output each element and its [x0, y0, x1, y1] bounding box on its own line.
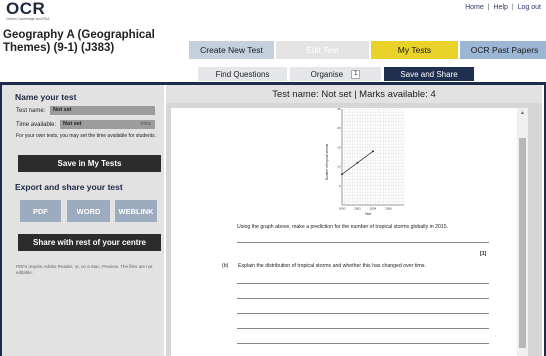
time-note: For your own tests, you may set the time…: [16, 133, 157, 139]
x-tick-label: 2000: [339, 207, 346, 211]
export-pdf-button[interactable]: PDF: [20, 200, 61, 222]
question-a-marks: [1]: [480, 251, 487, 257]
x-tick-label: 2002: [354, 207, 361, 211]
share-with-centre-button[interactable]: Share with rest of your centre: [18, 234, 161, 251]
tropical-storms-graph: 5 10 15 20 25 2000 2002 2004 2006 Number of trop…: [325, 107, 405, 216]
test-name-label: Test name:: [16, 108, 46, 114]
tab-edit-test[interactable]: Edit Test: [276, 41, 369, 59]
preview-scrollbar[interactable]: ▲: [517, 108, 528, 356]
home-link[interactable]: Home: [465, 4, 484, 11]
question-b-text: Explain the distribution of tropical sto…: [238, 263, 427, 269]
y-tick-label: 5: [339, 184, 341, 188]
tab-organise-label: Organise: [310, 69, 344, 79]
time-unit: mins: [140, 121, 151, 127]
answer-line: [237, 283, 489, 284]
top-links: Home | Help | Log out: [465, 4, 541, 11]
scroll-thumb[interactable]: [519, 138, 526, 348]
tab-organise[interactable]: Organise 1: [290, 67, 381, 81]
tab-save-and-share[interactable]: Save and Share: [384, 67, 474, 81]
tab-find-questions[interactable]: Find Questions: [198, 67, 287, 81]
tab-create-new-test[interactable]: Create New Test: [189, 41, 274, 59]
name-test-heading: Name your test: [15, 92, 77, 102]
y-tick-label: 20: [337, 126, 341, 130]
export-weblink-button[interactable]: WEBLINK: [115, 200, 157, 222]
answer-line: [237, 343, 489, 344]
page-title: Geography A (Geographical Themes) (9-1) …: [3, 29, 155, 54]
question-count-badge: 1: [351, 69, 361, 79]
x-tick-label: 2004: [370, 207, 377, 211]
export-share-heading: Export and share your test: [15, 182, 123, 192]
test-summary-header: Test name: Not set | Marks available: 4: [166, 85, 542, 103]
logo-text: OCR: [6, 0, 46, 18]
data-point: [341, 173, 343, 176]
tab-my-tests[interactable]: My Tests: [371, 41, 458, 59]
graph-y-axis-label: Number of tropical storms: [325, 143, 329, 180]
save-share-panel: Name your test Test name: Not set Time a…: [2, 85, 164, 356]
y-tick-label: 10: [337, 165, 341, 169]
logo-subtitle: Oxford Cambridge and RSA: [6, 17, 50, 21]
question-b-label: (b): [222, 263, 229, 269]
save-in-my-tests-button[interactable]: Save in My Tests: [18, 155, 161, 172]
graph-grid: [341, 108, 405, 206]
test-name-field[interactable]: Not set: [50, 106, 155, 115]
main-tabs: Create New Test Edit Test My Tests OCR P…: [189, 41, 546, 59]
sub-tabs: Find Questions Organise 1 Save and Share: [198, 67, 474, 81]
scroll-up-arrow-icon[interactable]: ▲: [517, 108, 528, 118]
answer-line: [237, 313, 489, 314]
question-a-text: Using the graph above, make a prediction…: [237, 224, 449, 230]
link-separator: |: [511, 4, 514, 11]
time-available-field[interactable]: Not set mins: [60, 120, 155, 129]
tab-ocr-past-papers[interactable]: OCR Past Papers: [460, 41, 546, 59]
link-separator: |: [487, 4, 490, 11]
graph-x-axis-label: Year: [365, 212, 372, 216]
data-point: [356, 161, 359, 164]
time-available-label: Time available:: [16, 122, 57, 128]
help-link[interactable]: Help: [494, 4, 508, 11]
answer-line: [237, 242, 489, 243]
y-tick-label: 25: [337, 107, 341, 111]
x-tick-label: 2006: [385, 207, 392, 211]
y-tick-label: 15: [337, 145, 341, 149]
logout-link[interactable]: Log out: [518, 4, 541, 11]
answer-line: [237, 298, 489, 299]
data-point: [372, 150, 374, 153]
export-word-button[interactable]: WORD: [67, 200, 110, 222]
ocr-logo[interactable]: OCR Oxford Cambridge and RSA: [6, 0, 50, 21]
export-footnote: PDFs require Adobe Reader, or, on a Mac,…: [16, 264, 153, 275]
answer-line: [237, 328, 489, 329]
time-available-value: Not set: [63, 121, 82, 127]
